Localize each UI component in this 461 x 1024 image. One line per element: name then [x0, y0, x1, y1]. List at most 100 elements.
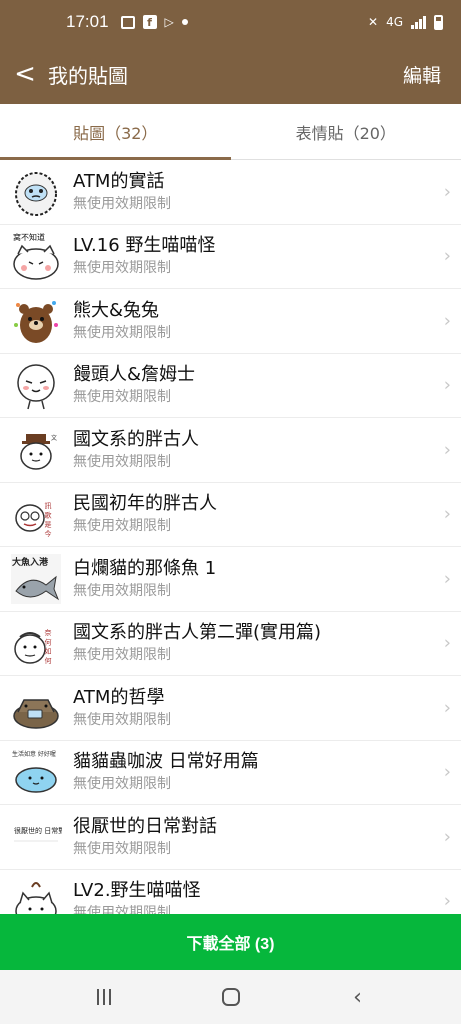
sticker-thumbnail: 大魚入港	[10, 553, 62, 605]
thumb-caption: 大魚入港	[12, 556, 49, 568]
battery-icon	[434, 14, 443, 30]
sticker-thumbnail: 窝不知道	[10, 230, 62, 282]
chubby-ancient-man-2-icon: 奈 何 如 何	[14, 628, 52, 664]
thumb-caption: 奈 何 如 何	[44, 628, 52, 664]
sticker-row[interactable]: 很厭世的 日常對話 很厭世的日常對話 無使用效期限制 ›	[0, 805, 461, 870]
republic-era-man-icon: 訊 歌 是 今	[15, 501, 52, 538]
sticker-thumbnail	[10, 682, 62, 734]
status-time: 17:01	[66, 12, 109, 31]
sticker-thumbnail: 生活如意 好好喔	[10, 746, 62, 798]
sticker-row[interactable]: 訊 歌 是 今 民國初年的胖古人 無使用效期限制 ›	[0, 483, 461, 547]
play-store-icon: ▷	[164, 15, 174, 29]
sticker-title: 民國初年的胖古人	[73, 493, 217, 515]
sticker-thumbnail: 很厭世的 日常對話	[10, 811, 62, 863]
status-right: ✕ 4G	[368, 14, 443, 30]
app-header: < 我的貼圖 編輯	[0, 44, 461, 104]
sticker-thumbnail: 文	[10, 424, 62, 476]
thumb-caption: 很厭世的 日常對話	[14, 826, 62, 835]
sticker-title: ATM的哲學	[73, 686, 165, 708]
thumb-caption: 訊 歌 是 今	[44, 501, 52, 538]
chevron-right-icon: ›	[443, 890, 451, 912]
sticker-title: ATM的實話	[73, 170, 165, 192]
facebook-icon: f	[142, 15, 157, 29]
sticker-thumbnail: 奈 何 如 何	[10, 617, 62, 669]
fluffy-monster-icon	[15, 171, 57, 216]
sticker-validity: 無使用效期限制	[73, 453, 171, 470]
sticker-thumbnail: 訊 歌 是 今	[10, 488, 62, 540]
sticker-title: LV.16 野生喵喵怪	[73, 235, 216, 257]
sticker-title: 貓貓蟲咖波 日常好用篇	[73, 751, 259, 773]
recent-apps-icon	[96, 989, 111, 1005]
thumb-caption: 生活如意 好好喔	[12, 750, 56, 758]
sticker-row[interactable]: LV2.野生喵喵怪 無使用效期限制 ›	[0, 870, 461, 914]
sticker-list: ATM的實話 無使用效期限制 › 窝不知道 LV.16 野生喵喵怪 無使用效期限…	[0, 160, 461, 914]
sticker-thumbnail	[10, 166, 62, 218]
sticker-thumbnail	[10, 359, 62, 411]
sticker-validity: 無使用效期限制	[73, 195, 171, 212]
home-button[interactable]	[201, 977, 261, 1017]
sticker-validity: 無使用效期限制	[73, 647, 171, 664]
tab-bar: 貼圖（32） 表情貼（20）	[0, 104, 461, 160]
sticker-title: 國文系的胖古人	[73, 428, 199, 450]
chevron-right-icon: ›	[443, 439, 451, 461]
sticker-thumbnail	[10, 875, 62, 914]
chevron-right-icon: ›	[443, 310, 451, 332]
sticker-thumbnail	[10, 295, 62, 347]
chevron-right-icon: ›	[443, 245, 451, 267]
sticker-validity: 無使用效期限制	[73, 776, 171, 793]
bun-man-icon	[17, 364, 55, 410]
sticker-title: 國文系的胖古人第二彈(實用篇)	[73, 622, 322, 644]
back-icon: ‹	[353, 984, 362, 1010]
tab-emoji[interactable]: 表情貼（20）	[231, 104, 461, 159]
sticker-title: 饅頭人&詹姆士	[73, 364, 196, 386]
status-bar: 17:01 f ▷ ✕ 4G	[0, 0, 461, 44]
brown-bear-icon	[14, 300, 58, 343]
sticker-title: 熊大&兔兔	[73, 299, 160, 321]
handwritten-text-icon: 很厭世的 日常對話	[14, 826, 62, 841]
home-icon	[221, 988, 240, 1006]
sticker-validity: 無使用效期限制	[73, 905, 171, 914]
signal-icon	[411, 15, 426, 29]
notification-dot-icon	[181, 19, 188, 25]
sticker-row[interactable]: 饅頭人&詹姆士 無使用效期限制 ›	[0, 354, 461, 418]
sticker-validity: 無使用效期限制	[73, 582, 171, 599]
back-button[interactable]: <	[2, 44, 48, 104]
sticker-row[interactable]: 大魚入港 白爛貓的那條魚 1 無使用效期限制 ›	[0, 547, 461, 612]
tab-stickers[interactable]: 貼圖（32）	[0, 104, 231, 160]
thumb-caption: 窝不知道	[13, 232, 45, 242]
chevron-right-icon: ›	[443, 181, 451, 203]
sticker-validity: 無使用效期限制	[73, 840, 171, 857]
chevron-right-icon: ›	[443, 697, 451, 719]
page-title: 我的貼圖	[48, 63, 128, 88]
edit-button[interactable]: 編輯	[403, 61, 441, 88]
sticker-row[interactable]: 生活如意 好好喔 貓貓蟲咖波 日常好用篇 無使用效期限制 ›	[0, 741, 461, 805]
sticker-row[interactable]: 窝不知道 LV.16 野生喵喵怪 無使用效期限制 ›	[0, 225, 461, 289]
sticker-title: 很厭世的日常對話	[73, 815, 217, 837]
sticker-row[interactable]: 文 國文系的胖古人 無使用效期限制 ›	[0, 418, 461, 483]
system-back-button[interactable]: ‹	[328, 977, 388, 1017]
chevron-right-icon: ›	[443, 826, 451, 848]
svg-text:文: 文	[51, 434, 57, 442]
system-nav-bar: ‹	[0, 970, 461, 1024]
chubby-ancient-man-icon: 文	[20, 433, 57, 470]
recent-apps-button[interactable]	[74, 977, 134, 1017]
chevron-right-icon: ›	[443, 503, 451, 525]
gallery-icon	[120, 15, 135, 29]
chevron-right-icon: ›	[443, 374, 451, 396]
sticker-row[interactable]: 奈 何 如 何 國文系的胖古人第二彈(實用篇) 無使用效期限制 ›	[0, 612, 461, 676]
mute-icon: ✕	[368, 15, 379, 29]
sticker-validity: 無使用效期限制	[73, 260, 171, 277]
download-all-button[interactable]: 下載全部 (3)	[0, 914, 461, 970]
sticker-validity: 無使用效期限制	[73, 711, 171, 728]
chevron-right-icon: ›	[443, 568, 451, 590]
chevron-right-icon: ›	[443, 632, 451, 654]
sticker-row[interactable]: ATM的實話 無使用效期限制 ›	[0, 160, 461, 225]
atm-monster-icon	[13, 699, 59, 729]
capoo-icon: 生活如意 好好喔	[12, 750, 57, 793]
fish-icon: 大魚入港	[11, 553, 61, 604]
sticker-row[interactable]: 熊大&兔兔 無使用效期限制 ›	[0, 289, 461, 354]
sticker-validity: 無使用效期限制	[73, 389, 171, 406]
wild-cat-icon: 窝不知道	[13, 232, 59, 280]
sticker-row[interactable]: ATM的哲學 無使用效期限制 ›	[0, 676, 461, 741]
network-label: 4G	[386, 15, 403, 29]
